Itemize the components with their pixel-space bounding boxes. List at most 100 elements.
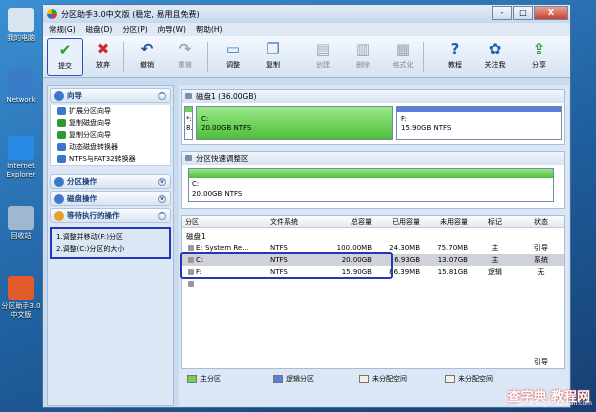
toolbar-button-copy[interactable]: ❐ 复制 xyxy=(255,38,291,76)
wizard-item-label: 扩展分区向导 xyxy=(69,107,111,115)
expand-icon[interactable]: v xyxy=(158,178,166,186)
wizard-item[interactable]: 复制磁盘向导 xyxy=(51,117,170,129)
menu-disk[interactable]: 磁盘(D) xyxy=(86,24,113,35)
c-segment[interactable]: C: 20.00GB NTFS xyxy=(196,106,393,140)
wizard-item-icon xyxy=(57,143,66,151)
toolbar-button-delete[interactable]: ▥ 删除 xyxy=(345,38,381,76)
pending-icon xyxy=(54,210,64,221)
column-header[interactable]: 状态 xyxy=(519,216,563,227)
toolbar-label: 撤销 xyxy=(140,61,154,69)
table-header: 分区 文件系统 总容量 已用容量 未用容量 标记 状态 xyxy=(182,216,564,228)
wizard-item-icon xyxy=(57,131,66,139)
pending-op-item[interactable]: 2.调整(C:)分区的大小 xyxy=(52,243,169,255)
desktop-icon-label: Internet Explorer xyxy=(6,162,36,179)
resize-icon: ▭ xyxy=(225,40,241,58)
copy-icon: ❐ xyxy=(266,40,280,58)
toolbar-button-follow[interactable]: ✿ 关注我 xyxy=(477,38,513,76)
toolbar-button-format[interactable]: ▦ 格式化 xyxy=(385,38,421,76)
toolbar-separator xyxy=(207,42,208,72)
menu-bar: 常规(G) 磁盘(D) 分区(P) 向导(W) 帮助(H) xyxy=(43,23,570,36)
table-row-extra[interactable]: 引导 xyxy=(182,278,564,366)
f-segment[interactable]: F: 15.90GB NTFS xyxy=(396,106,562,140)
wizard-icon xyxy=(54,90,64,101)
toolbar-label: 放弃 xyxy=(96,61,110,69)
table-cell: 13.07GB xyxy=(437,256,468,264)
wizard-item[interactable]: 动态磁盘转换器 xyxy=(51,141,170,153)
collapse-icon[interactable]: ^ xyxy=(158,212,166,220)
follow-icon: ✿ xyxy=(488,40,502,58)
toolbar-label: 重做 xyxy=(178,61,192,69)
pending-ops-header[interactable]: 等待执行的操作 ^ xyxy=(50,208,171,223)
disk-header: 磁盘1 (36.00GB) xyxy=(182,90,564,103)
minimize-button[interactable]: - xyxy=(492,6,512,20)
menu-wizard[interactable]: 向导(W) xyxy=(158,24,186,35)
wizard-item[interactable]: NTFS与FAT32转换器 xyxy=(51,153,170,165)
disk-group-label: 磁盘1 xyxy=(186,232,206,241)
menu-general[interactable]: 常规(G) xyxy=(49,24,76,35)
disk-ops-icon xyxy=(54,193,64,204)
quick-adjust-bar[interactable]: C: 20.00GB NTFS xyxy=(188,168,554,202)
wizard-item-label: 复制分区向导 xyxy=(69,131,111,139)
toolbar-button-redo[interactable]: ↷ 重做 xyxy=(167,38,203,76)
main-area: 磁盘1 (36.00GB) *: 8. C: 20.00GB NTFS F: 1… xyxy=(179,85,569,406)
network-icon xyxy=(8,70,34,94)
desktop-icon-network[interactable]: Network xyxy=(0,70,42,105)
app-window: 分区助手3.0中文版 (稳定, 易用且免费) - □ X 常规(G) 磁盘(D)… xyxy=(42,4,571,408)
toolbar-button-create[interactable]: ▤ 创建 xyxy=(305,38,341,76)
pending-title: 等待执行的操作 xyxy=(67,211,120,220)
collapse-icon[interactable]: ^ xyxy=(158,92,166,100)
column-header[interactable]: 分区 xyxy=(182,216,270,227)
wizard-list: 扩展分区向导 复制磁盘向导 复制分区向导动态磁盘转换器 NTFS与FAT32转换器 xyxy=(50,105,171,166)
table-cell: 15.81GB xyxy=(437,268,468,276)
toolbar-label: 关注我 xyxy=(484,61,506,69)
disk-ops-header[interactable]: 磁盘操作 v xyxy=(50,191,171,206)
desktop-icon-recycle-bin[interactable]: 回收站 xyxy=(0,206,42,241)
toolbar-label: 提交 xyxy=(58,62,72,70)
toolbar-button-resize[interactable]: ▭ 调整 xyxy=(215,38,251,76)
toolbar-separator xyxy=(123,42,124,72)
column-header[interactable]: 已用容量 xyxy=(375,216,423,227)
close-button[interactable]: X xyxy=(534,6,568,20)
desktop-icon-my-computer[interactable]: 我的电脑 xyxy=(0,8,42,43)
share-icon: ⇪ xyxy=(532,40,546,58)
toolbar-button-tutorial[interactable]: ? 教程 xyxy=(437,38,473,76)
wizard-item-icon xyxy=(57,119,66,127)
delete-icon: ▥ xyxy=(355,40,371,58)
recycle-bin-icon xyxy=(8,206,34,230)
legend-swatch xyxy=(359,375,369,383)
expand-icon[interactable]: v xyxy=(158,195,166,203)
wizard-item-label: 复制磁盘向导 xyxy=(69,119,111,127)
wizard-item[interactable]: 扩展分区向导 xyxy=(51,105,170,117)
maximize-button[interactable]: □ xyxy=(513,6,533,20)
pending-op-item[interactable]: 1.调整并移动(F:)分区 xyxy=(52,231,169,243)
title-bar: 分区助手3.0中文版 (稳定, 易用且免费) - □ X xyxy=(43,5,570,23)
desktop-icon-label: 分区助手3.0中文版 xyxy=(1,302,41,319)
table-cell: 引导 xyxy=(534,244,548,252)
star-segment[interactable]: *: 8. xyxy=(184,106,193,140)
column-header[interactable]: 文件系统 xyxy=(270,216,327,227)
legend-swatch xyxy=(187,375,197,383)
menu-help[interactable]: 帮助(H) xyxy=(196,24,223,35)
column-header[interactable]: 总容量 xyxy=(327,216,375,227)
desktop-icon-partition-assistant[interactable]: 分区助手3.0中文版 xyxy=(0,276,42,320)
toolbar-label: 调整 xyxy=(226,61,240,69)
legend-item: 未分配空间 xyxy=(445,374,525,384)
toolbar-button-discard[interactable]: ✖ 放弃 xyxy=(85,38,121,76)
partition-ops-title: 分区操作 xyxy=(67,177,97,186)
wizard-section-header[interactable]: 向导 ^ xyxy=(50,88,171,103)
menu-partition[interactable]: 分区(P) xyxy=(122,24,147,35)
table-cell: 75.70MB xyxy=(437,244,468,252)
toolbar-button-undo[interactable]: ↶ 撤销 xyxy=(129,38,165,76)
wizard-item-icon xyxy=(57,107,66,115)
column-header[interactable]: 标记 xyxy=(471,216,519,227)
watermark-url: jiaocheng.chazidian.com xyxy=(517,400,592,407)
wizard-item[interactable]: 复制分区向导 xyxy=(51,129,170,141)
wizard-item-icon xyxy=(57,155,66,163)
table-cell: 主 xyxy=(491,256,499,264)
toolbar-button-checkmark[interactable]: ✔ 提交 xyxy=(47,38,83,76)
desktop-icon-internet-explorer[interactable]: Internet Explorer xyxy=(0,136,42,180)
toolbar-button-share[interactable]: ⇪ 分享 xyxy=(521,38,557,76)
partition-ops-header[interactable]: 分区操作 v xyxy=(50,174,171,189)
undo-icon: ↶ xyxy=(140,40,154,58)
column-header[interactable]: 未用容量 xyxy=(423,216,471,227)
